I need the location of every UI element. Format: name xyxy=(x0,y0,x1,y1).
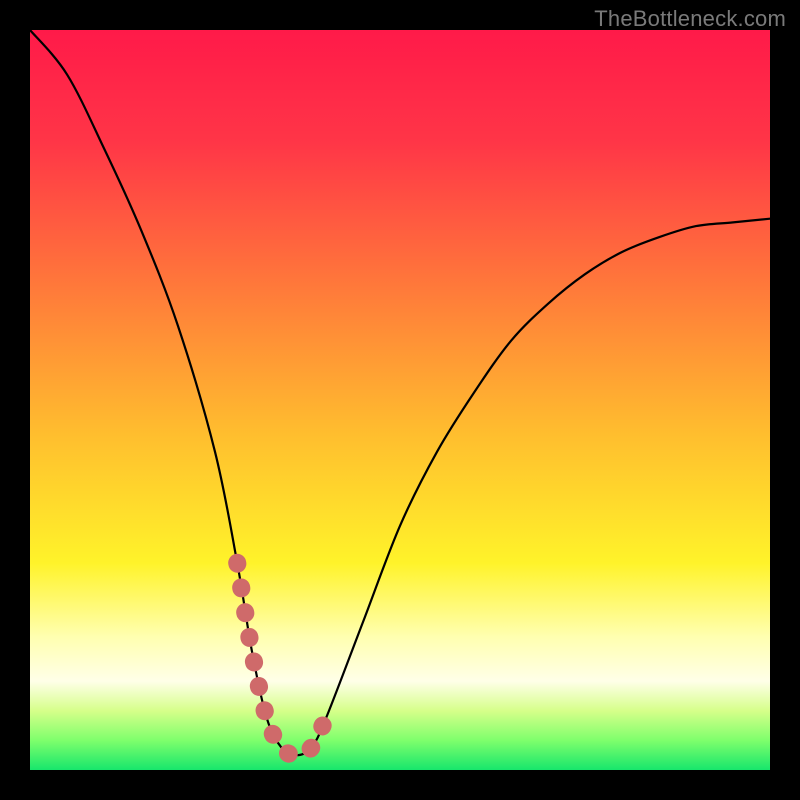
watermark-text: TheBottleneck.com xyxy=(594,6,786,32)
plot-area xyxy=(30,30,770,770)
bottleneck-curve xyxy=(30,30,770,770)
curve-path xyxy=(30,30,770,755)
highlight-segment xyxy=(237,563,326,755)
chart-frame: TheBottleneck.com xyxy=(0,0,800,800)
